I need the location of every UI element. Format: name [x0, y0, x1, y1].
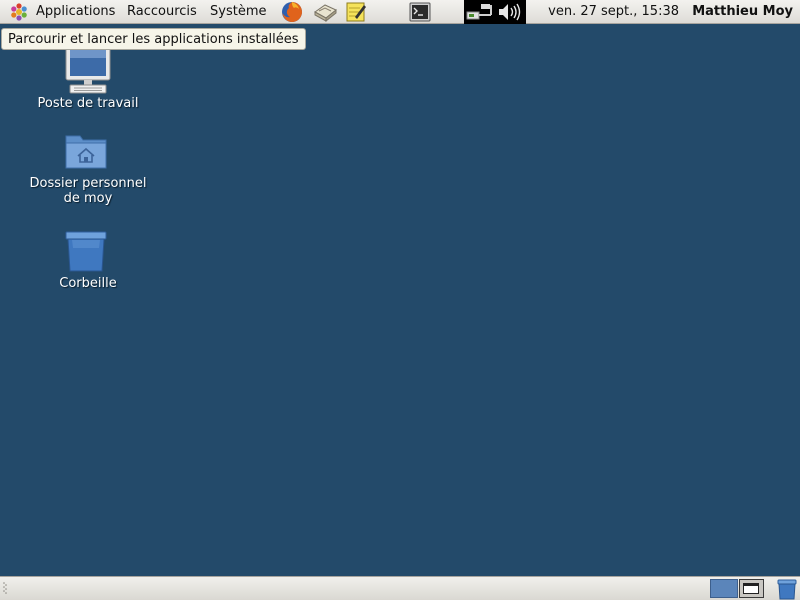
computer-icon	[65, 46, 111, 94]
applications-menu-label: Applications	[36, 4, 116, 19]
volume-applet[interactable]	[495, 1, 523, 23]
mail-icon	[314, 4, 337, 23]
desktop-icon-label: Dossier personnel	[29, 176, 147, 191]
trash-applet-icon[interactable]	[776, 578, 798, 600]
desktop-icon-label-line2: de moy	[63, 191, 113, 206]
firefox-launcher[interactable]	[278, 0, 306, 24]
mail-launcher[interactable]	[310, 0, 338, 24]
raccourcis-menu[interactable]: Raccourcis	[120, 0, 204, 24]
user-menu[interactable]: Matthieu Moy	[692, 4, 793, 19]
desktop-icon-home[interactable]: Dossier personnel de moy	[18, 128, 158, 210]
systeme-menu[interactable]: Système	[204, 0, 274, 24]
workspace-window-thumbnail	[743, 583, 759, 594]
applications-tooltip: Parcourir et lancer les applications ins…	[1, 28, 306, 50]
network-applet[interactable]	[465, 1, 493, 23]
top-panel: Applications Raccourcis Système ven. 27 …	[0, 0, 800, 24]
workspace-1[interactable]	[710, 579, 738, 598]
volume-icon	[499, 3, 521, 21]
panel-handle-icon[interactable]	[2, 580, 8, 596]
applications-menu[interactable]: Applications	[4, 0, 116, 24]
terminal-icon	[409, 2, 431, 22]
systeme-menu-label: Système	[210, 4, 267, 19]
gnome-foot-icon	[11, 3, 27, 21]
network-icon	[466, 4, 492, 20]
notes-launcher[interactable]	[342, 0, 370, 24]
notification-area	[464, 0, 526, 24]
clock[interactable]: ven. 27 sept., 15:38	[548, 4, 679, 19]
home-folder-icon	[65, 135, 107, 169]
firefox-icon	[282, 2, 302, 22]
terminal-launcher[interactable]	[406, 0, 434, 24]
notes-icon	[346, 2, 366, 22]
trash-icon	[65, 231, 107, 272]
bottom-panel	[0, 576, 800, 600]
desktop-icon-trash[interactable]: Corbeille	[18, 228, 158, 294]
desktop-icon-label: Poste de travail	[37, 96, 139, 111]
workspace-2[interactable]	[739, 579, 764, 598]
raccourcis-menu-label: Raccourcis	[127, 4, 197, 19]
desktop-icon-label: Corbeille	[59, 276, 117, 291]
desktop-icon-computer[interactable]: Poste de travail	[18, 44, 158, 114]
